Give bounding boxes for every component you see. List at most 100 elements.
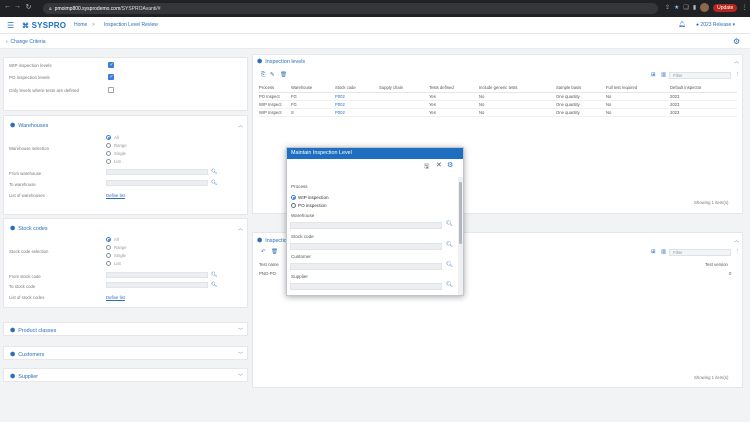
from-warehouse-input[interactable]: [106, 169, 208, 175]
supplier-card[interactable]: ⬢ Supplier ﹀: [3, 368, 248, 382]
col-stock-code[interactable]: Stock code: [335, 85, 379, 93]
share-icon[interactable]: ⇪: [665, 4, 670, 11]
chevron-up-icon[interactable]: ︿: [238, 122, 243, 129]
export-icon[interactable]: ⊞: [651, 249, 656, 255]
col-supply-chain[interactable]: Supply chain: [379, 85, 429, 93]
product-classes-header[interactable]: ⬢ Product classes: [10, 327, 56, 335]
scroll-thumb[interactable]: [459, 182, 462, 244]
search-icon[interactable]: 🔍︎: [211, 282, 217, 288]
checkbox-tests-defined[interactable]: [108, 87, 114, 93]
radio-stock-all[interactable]: [106, 237, 111, 242]
release-selector[interactable]: ● 2023 Release ▾: [696, 22, 735, 28]
to-warehouse-input[interactable]: [106, 180, 208, 186]
address-bar[interactable]: 🔒︎ pmoimp800.sysprodemo.com/SYSPROAvanti…: [43, 3, 658, 14]
radio-warehouse-list[interactable]: [106, 159, 111, 164]
customer-input[interactable]: [290, 263, 442, 270]
back-icon[interactable]: ←: [3, 3, 12, 10]
table-row[interactable]: PO Inspect FG P002 Yes No One quantity N…: [259, 92, 737, 101]
delete-icon[interactable]: 🗑︎: [280, 72, 287, 78]
supplier-input[interactable]: [290, 283, 442, 290]
menu-icon[interactable]: ☰: [7, 21, 14, 30]
cell-link[interactable]: P002: [335, 100, 379, 109]
search-icon[interactable]: 🔍︎: [446, 242, 453, 248]
search-icon[interactable]: 🔍︎: [446, 262, 453, 268]
undo-icon[interactable]: ↶: [261, 249, 266, 255]
reload-icon[interactable]: ↻: [24, 3, 33, 11]
chevron-up-icon[interactable]: ︿: [734, 237, 739, 244]
from-stock-code-input[interactable]: [106, 272, 208, 278]
radio-warehouse-range[interactable]: [106, 143, 111, 148]
more-icon[interactable]: ⋮: [741, 4, 747, 11]
new-icon[interactable]: ⎘: [261, 72, 265, 79]
radio-warehouse-all[interactable]: [106, 135, 111, 140]
columns-icon[interactable]: ▥: [661, 249, 666, 255]
stock-code-input[interactable]: [290, 243, 442, 250]
col-test-name[interactable]: Test name: [259, 262, 279, 267]
profile-avatar[interactable]: [700, 3, 710, 12]
filter-input[interactable]: Filter: [669, 249, 731, 256]
export-icon[interactable]: ⊞: [651, 72, 656, 78]
search-icon[interactable]: 🔍︎: [211, 272, 217, 278]
chevron-up-icon[interactable]: ︿: [734, 58, 739, 65]
radio-warehouse-single[interactable]: [106, 151, 111, 156]
stock-codes-header[interactable]: ⬢ Stock codes: [10, 225, 48, 233]
update-button[interactable]: Update: [713, 3, 738, 12]
forward-icon[interactable]: →: [13, 3, 22, 10]
radio-stock-list[interactable]: [106, 261, 111, 266]
edit-icon[interactable]: ✎: [270, 72, 275, 78]
chevron-up-icon[interactable]: ︿: [238, 225, 243, 232]
more-icon[interactable]: ⋮: [735, 72, 741, 78]
sidepanel-icon[interactable]: ▮: [693, 4, 696, 11]
inspection-levels-header[interactable]: ⬢ Inspection levels: [257, 58, 305, 66]
search-icon[interactable]: 🔍︎: [211, 169, 217, 175]
col-tests-defined[interactable]: Tests defined: [429, 85, 479, 93]
search-icon[interactable]: 🔍︎: [446, 221, 453, 227]
filter-input[interactable]: Filter: [669, 72, 731, 79]
change-criteria-link[interactable]: › Change Criteria: [6, 39, 45, 45]
radio-stock-single[interactable]: [106, 253, 111, 258]
checkbox-wip-levels[interactable]: [108, 62, 114, 68]
more-icon[interactable]: ⋮: [735, 249, 741, 255]
customers-card[interactable]: ⬢ Customers ﹀: [3, 346, 248, 360]
gear-icon[interactable]: ⚙: [447, 161, 453, 169]
chevron-down-icon[interactable]: ﹀: [238, 327, 243, 334]
delete-icon[interactable]: 🗑︎: [271, 249, 278, 255]
to-stock-code-input[interactable]: [106, 282, 208, 288]
close-icon[interactable]: ✕: [436, 161, 442, 169]
breadcrumb-home[interactable]: Home: [74, 22, 87, 28]
col-test-version[interactable]: Test version: [705, 262, 728, 267]
search-icon[interactable]: 🔍︎: [446, 282, 453, 288]
search-icon[interactable]: 🔍︎: [211, 180, 217, 186]
col-full-test[interactable]: Full test required: [606, 85, 670, 93]
radio-stock-range[interactable]: [106, 245, 111, 250]
settings-icon[interactable]: ⚙: [733, 37, 740, 46]
radio-po-inspection[interactable]: [291, 203, 296, 208]
col-include-generic[interactable]: Include generic tests: [479, 85, 556, 93]
define-list-warehouses-link[interactable]: Define list: [106, 193, 125, 198]
col-default-inspector[interactable]: Default inspector: [670, 85, 737, 93]
product-classes-card[interactable]: ⬢ Product classes ﹀: [3, 322, 248, 336]
star-icon[interactable]: ★: [674, 4, 679, 11]
col-process[interactable]: Process: [259, 85, 291, 93]
chevron-down-icon[interactable]: ﹀: [238, 373, 243, 380]
inspection-tests-header[interactable]: ⬢ Inspection: [257, 237, 290, 245]
save-icon[interactable]: 🖫︎: [424, 162, 429, 172]
columns-icon[interactable]: ▥: [661, 72, 666, 78]
col-warehouse[interactable]: Warehouse: [291, 85, 335, 93]
notification-icon[interactable]: 🔔︎: [678, 21, 686, 28]
extensions-icon[interactable]: ❏: [683, 4, 688, 11]
dialog-scrollbar[interactable]: [458, 177, 463, 295]
col-sample-basis[interactable]: Sample basis: [556, 85, 606, 93]
chevron-down-icon[interactable]: ﹀: [238, 351, 243, 358]
test-name-cell[interactable]: PNG-PO: [259, 271, 276, 276]
radio-wip-inspection[interactable]: [291, 195, 296, 200]
warehouse-input[interactable]: [290, 222, 442, 229]
customers-header[interactable]: ⬢ Customers: [10, 351, 44, 359]
cell-link[interactable]: P002: [335, 92, 379, 101]
warehouses-header[interactable]: ⬢ Warehouses: [10, 122, 48, 130]
checkbox-po-levels[interactable]: [108, 74, 114, 80]
cell-link[interactable]: P002: [335, 108, 379, 117]
supplier-header[interactable]: ⬢ Supplier: [10, 373, 38, 381]
table-row[interactable]: WIP Inspect S P002 Yes No One quantity N…: [259, 108, 737, 117]
table-row[interactable]: WIP Inspect FG P002 Yes No One quantity …: [259, 100, 737, 109]
